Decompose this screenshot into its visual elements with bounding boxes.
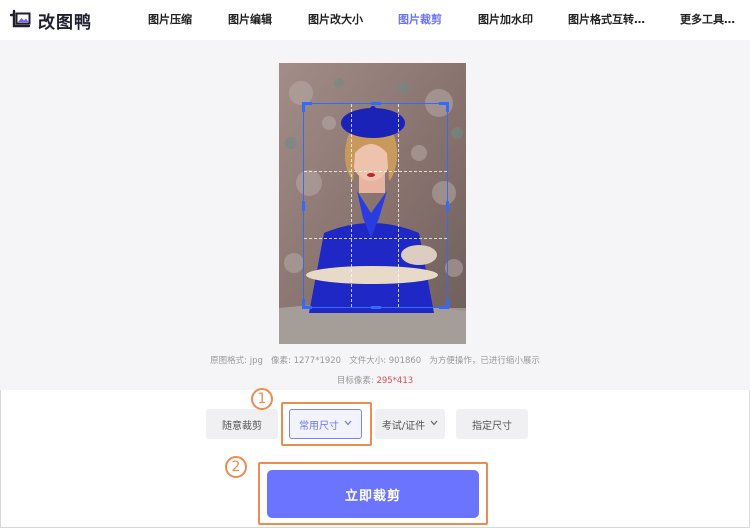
option-free-crop[interactable]: 随意裁剪	[206, 409, 278, 439]
grid-line	[398, 104, 400, 307]
grid-line	[351, 104, 353, 307]
target-pixels: 目标像素: 295*413	[0, 374, 750, 386]
option-free-crop-label: 随意裁剪	[222, 420, 262, 432]
crop-handle-bottom-left[interactable]	[302, 299, 312, 309]
crop-handle-top-right[interactable]	[439, 102, 449, 112]
nav-format-convert[interactable]: 图片格式互转…	[568, 0, 645, 40]
crop-handle-top-left[interactable]	[302, 102, 312, 112]
size-value: 901860	[388, 356, 422, 366]
annotation-step-2: 2	[225, 456, 247, 478]
format-label: 原图格式:	[210, 356, 248, 366]
nav-image-resize[interactable]: 图片改大小	[308, 0, 363, 40]
pixels-value: 1277*1920	[293, 356, 342, 366]
nav-more-tools[interactable]: 更多工具…	[680, 0, 735, 40]
target-label: 目标像素:	[336, 376, 374, 386]
size-label: 文件大小:	[349, 356, 387, 366]
crop-handle-bottom[interactable]	[370, 306, 381, 309]
nav-image-watermark[interactable]: 图片加水印	[478, 0, 533, 40]
brand-name: 改图鸭	[38, 12, 92, 33]
crop-handle-bottom-right[interactable]	[439, 299, 449, 309]
grid-line	[304, 237, 447, 239]
target-value: 295*413	[376, 376, 414, 386]
crop-handle-top[interactable]	[370, 102, 381, 105]
annotation-step-1: 1	[251, 388, 273, 410]
pixels-label: 像素:	[270, 356, 291, 366]
crop-selection-box[interactable]	[302, 102, 449, 309]
image-frame-logo-icon	[9, 9, 32, 31]
image-info: 原图格式: jpg 像素: 1277*1920 文件大小: 901860 为方便…	[0, 354, 750, 366]
nav-image-edit[interactable]: 图片编辑	[228, 0, 272, 40]
option-exam-id-label: 考试/证件	[381, 420, 426, 432]
brand-logo[interactable]: 改图鸭	[9, 8, 92, 33]
format-value: jpg	[249, 356, 263, 366]
chevron-down-icon	[430, 419, 438, 429]
nav-image-crop[interactable]: 图片裁剪	[398, 0, 442, 40]
option-custom-size[interactable]: 指定尺寸	[456, 409, 528, 439]
option-custom-size-label: 指定尺寸	[472, 420, 512, 432]
top-nav-bar: 改图鸭 图片压缩 图片编辑 图片改大小 图片裁剪 图片加水印 图片格式互转… 更…	[0, 0, 750, 40]
nav-image-compress[interactable]: 图片压缩	[148, 0, 192, 40]
scale-note: 为方便操作，已进行缩小展示	[429, 356, 540, 366]
crop-now-button[interactable]: 立即裁剪	[267, 470, 479, 518]
annotation-box-1	[281, 402, 372, 446]
crop-handle-left[interactable]	[302, 200, 305, 211]
grid-line	[304, 170, 447, 172]
crop-handle-right[interactable]	[446, 200, 449, 211]
option-exam-id[interactable]: 考试/证件	[375, 409, 445, 439]
